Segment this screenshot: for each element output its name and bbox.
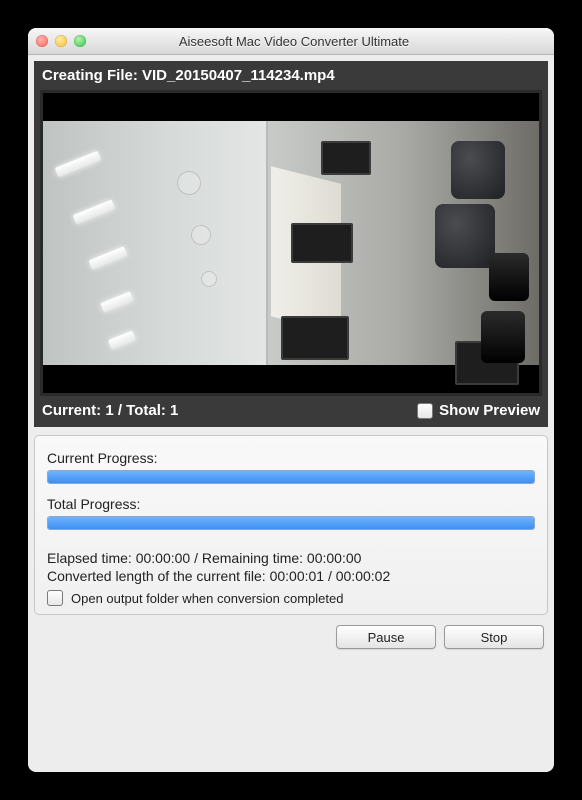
show-preview-label: Show Preview <box>439 402 540 419</box>
current-total-label: Current: 1 / Total: 1 <box>42 402 178 419</box>
window-title: Aiseesoft Mac Video Converter Ultimate <box>42 34 546 49</box>
preview-status-bar: Current: 1 / Total: 1 Show Preview <box>34 396 548 427</box>
total-progress-label: Total Progress: <box>47 496 535 512</box>
total-progress-bar <box>47 516 535 530</box>
video-preview <box>40 90 542 396</box>
converter-dialog: Aiseesoft Mac Video Converter Ultimate C… <box>28 28 554 772</box>
preview-section: Creating File: VID_20150407_114234.mp4 <box>34 61 548 427</box>
show-preview-toggle[interactable]: Show Preview <box>417 402 540 419</box>
stop-button[interactable]: Stop <box>444 625 544 649</box>
open-output-row[interactable]: Open output folder when conversion compl… <box>47 590 535 606</box>
checkbox-icon[interactable] <box>417 403 433 419</box>
progress-panel: Current Progress: Total Progress: Elapse… <box>34 435 548 615</box>
preview-frame <box>43 121 539 365</box>
pause-button[interactable]: Pause <box>336 625 436 649</box>
converted-length-label: Converted length of the current file: 00… <box>47 568 535 584</box>
dialog-buttons: Pause Stop <box>28 621 554 659</box>
creating-file-label: Creating File: VID_20150407_114234.mp4 <box>34 61 548 88</box>
titlebar[interactable]: Aiseesoft Mac Video Converter Ultimate <box>28 28 554 55</box>
open-output-label: Open output folder when conversion compl… <box>71 591 343 606</box>
current-progress-label: Current Progress: <box>47 450 535 466</box>
checkbox-icon[interactable] <box>47 590 63 606</box>
current-progress-bar <box>47 470 535 484</box>
elapsed-remaining-label: Elapsed time: 00:00:00 / Remaining time:… <box>47 550 535 566</box>
